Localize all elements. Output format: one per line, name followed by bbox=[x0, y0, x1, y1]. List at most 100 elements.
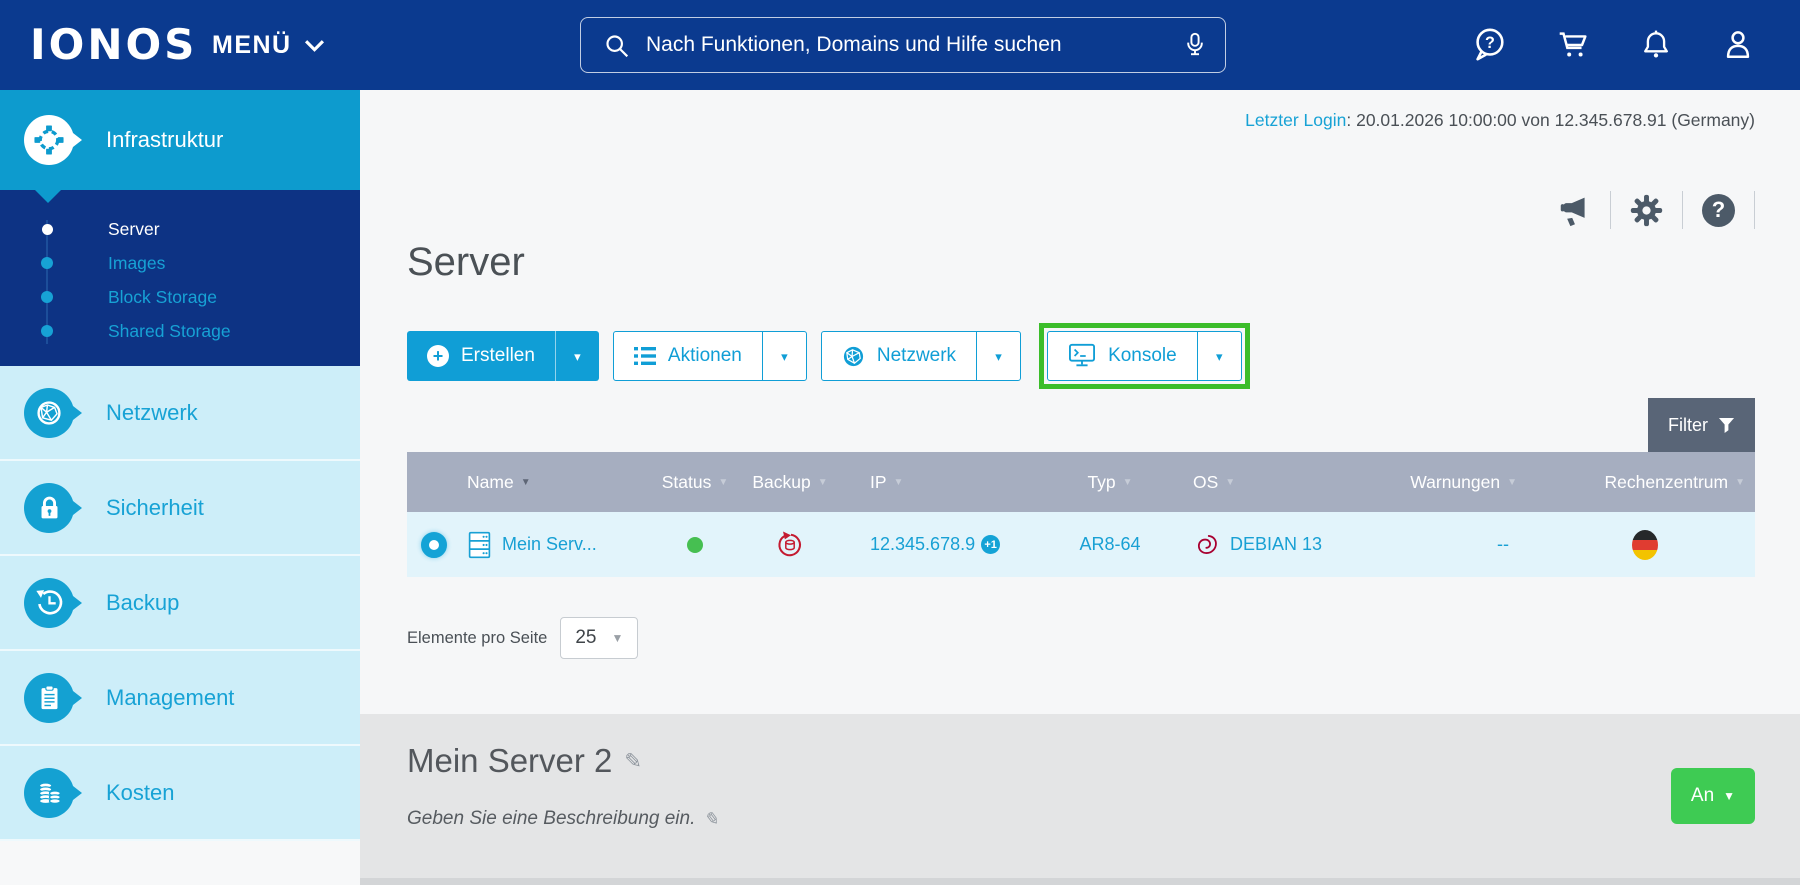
bullet-icon bbox=[41, 257, 53, 269]
submenu-item-server[interactable]: Server bbox=[0, 212, 360, 246]
caret-down-icon: ▼ bbox=[1723, 789, 1736, 803]
table-header-row: Name ▼ Status ▼ Backup ▼ IP ▼ Typ ▼ OS ▼ Warnu… bbox=[407, 452, 1755, 512]
globe-icon bbox=[843, 346, 863, 366]
top-icon-bar: ? bbox=[1470, 0, 1756, 90]
column-header-backup[interactable]: Backup ▼ bbox=[745, 472, 835, 493]
row-typ-cell: AR8-64 bbox=[1045, 534, 1175, 555]
create-button[interactable]: Erstellen bbox=[407, 331, 555, 381]
column-label: Status bbox=[661, 471, 712, 492]
ip-address-link[interactable]: 12.345.678.9 bbox=[870, 534, 975, 555]
caret-down-icon: ▾ bbox=[781, 348, 788, 364]
sort-caret-icon: ▼ bbox=[1735, 476, 1745, 488]
cloud-panel: IONOS MENÜ Nach Funktionen, Domains und … bbox=[0, 0, 1800, 885]
sidebar-item-label: Netzwerk bbox=[106, 399, 198, 425]
svg-text:?: ? bbox=[1485, 34, 1495, 52]
server-name-link[interactable]: Mein Serv... bbox=[502, 534, 597, 555]
submenu-item-shared-storage[interactable]: Shared Storage bbox=[0, 314, 360, 348]
actions-button[interactable]: Aktionen bbox=[614, 332, 762, 380]
column-label: Rechenzentrum bbox=[1604, 471, 1729, 492]
filter-button[interactable]: Filter bbox=[1648, 398, 1755, 452]
sidebar-item-infrastruktur[interactable]: Infrastruktur bbox=[0, 90, 360, 190]
console-dropdown-button[interactable]: ▾ bbox=[1196, 332, 1241, 380]
plus-circle-icon bbox=[427, 345, 449, 367]
divider bbox=[1754, 191, 1755, 229]
caret-down-icon: ▾ bbox=[574, 348, 581, 364]
column-header-status[interactable]: Status ▼ bbox=[645, 472, 745, 493]
console-icon bbox=[1069, 343, 1096, 367]
column-label: IP bbox=[870, 471, 887, 492]
column-header-name[interactable]: Name ▼ bbox=[455, 472, 645, 493]
help-circle-icon: ? bbox=[1702, 193, 1735, 227]
row-radio-selected[interactable] bbox=[421, 531, 447, 558]
sidebar-item-label: Sicherheit bbox=[106, 494, 204, 520]
actions-button-group: Aktionen ▾ bbox=[612, 331, 807, 381]
submenu-item-images[interactable]: Images bbox=[0, 246, 360, 280]
per-page-value: 25 bbox=[575, 627, 597, 648]
search-input[interactable]: Nach Funktionen, Domains und Hilfe suche… bbox=[580, 17, 1226, 73]
per-page-select[interactable]: 25 ▼ bbox=[560, 617, 639, 659]
edit-name-pencil-icon[interactable]: ✎ bbox=[624, 749, 642, 774]
submenu-item-label: Server bbox=[108, 218, 160, 239]
power-state-button[interactable]: An ▼ bbox=[1671, 768, 1755, 824]
column-header-os[interactable]: OS ▼ bbox=[1175, 472, 1395, 493]
column-header-warnungen[interactable]: Warnungen ▼ bbox=[1395, 472, 1535, 493]
infrastructure-icon bbox=[24, 115, 74, 165]
sidebar-item-backup[interactable]: Backup bbox=[0, 556, 360, 651]
column-header-typ[interactable]: Typ ▼ bbox=[1045, 472, 1175, 493]
server-table: Name ▼ Status ▼ Backup ▼ IP ▼ Typ ▼ OS ▼ Warnu… bbox=[407, 452, 1755, 577]
create-button-group: Erstellen ▾ bbox=[407, 331, 599, 381]
sidebar-item-sicherheit[interactable]: Sicherheit bbox=[0, 461, 360, 556]
actions-dropdown-button[interactable]: ▾ bbox=[761, 332, 806, 380]
help-button[interactable]: ? bbox=[1683, 193, 1754, 227]
sidebar-item-kosten[interactable]: Kosten bbox=[0, 746, 360, 841]
menu-button[interactable]: MENÜ bbox=[212, 0, 325, 90]
edit-description-pencil-icon[interactable]: ✎ bbox=[703, 809, 718, 830]
network-dropdown-button[interactable]: ▾ bbox=[976, 332, 1020, 380]
caret-down-icon: ▾ bbox=[995, 348, 1002, 364]
network-icon bbox=[24, 387, 74, 438]
submenu-item-block-storage[interactable]: Block Storage bbox=[0, 280, 360, 314]
cart-button[interactable] bbox=[1554, 26, 1592, 64]
column-label: OS bbox=[1193, 471, 1219, 492]
microphone-icon[interactable] bbox=[1183, 31, 1207, 59]
row-name-cell: Mein Serv... bbox=[455, 531, 645, 559]
sidebar-item-management[interactable]: Management bbox=[0, 651, 360, 746]
create-button-label: Erstellen bbox=[461, 345, 535, 366]
sidebar-filler bbox=[0, 841, 360, 885]
network-button[interactable]: Netzwerk bbox=[822, 332, 976, 380]
settings-button[interactable] bbox=[1611, 194, 1682, 227]
column-header-ip[interactable]: IP ▼ bbox=[835, 472, 1045, 493]
row-warnings-cell: -- bbox=[1395, 534, 1535, 555]
coins-icon bbox=[24, 767, 74, 818]
column-header-rechenzentrum[interactable]: Rechenzentrum ▼ bbox=[1535, 472, 1755, 493]
caret-down-icon: ▾ bbox=[1215, 348, 1223, 364]
bullet-icon bbox=[41, 325, 53, 337]
row-select-cell bbox=[407, 531, 455, 558]
column-label: Backup bbox=[752, 471, 811, 492]
actions-button-label: Aktionen bbox=[667, 345, 742, 366]
column-label: Typ bbox=[1087, 471, 1116, 492]
sort-caret-icon: ▼ bbox=[520, 476, 531, 488]
account-button[interactable] bbox=[1720, 27, 1756, 63]
create-dropdown-button[interactable]: ▾ bbox=[554, 331, 599, 381]
bell-icon bbox=[1644, 30, 1668, 58]
console-button[interactable]: Konsole bbox=[1048, 332, 1197, 380]
table-row[interactable]: Mein Serv... 12.345.678.9 +1 AR8-64 DEBI… bbox=[407, 512, 1755, 577]
os-link[interactable]: DEBIAN 13 bbox=[1230, 534, 1322, 555]
backup-active-icon bbox=[778, 530, 801, 556]
notifications-button[interactable] bbox=[1638, 27, 1674, 63]
pagination-control: Elemente pro Seite 25 ▼ bbox=[407, 617, 639, 659]
row-datacenter-cell bbox=[1535, 529, 1755, 560]
sidebar-item-netzwerk[interactable]: Netzwerk bbox=[0, 366, 360, 461]
announcements-button[interactable] bbox=[1539, 194, 1610, 227]
last-login-link[interactable]: Letzter Login bbox=[1245, 110, 1346, 130]
server-type-value: AR8-64 bbox=[1079, 534, 1141, 554]
ip-count-badge[interactable]: +1 bbox=[981, 535, 1001, 554]
ionos-logo[interactable]: IONOS bbox=[30, 0, 197, 90]
row-status-cell bbox=[645, 536, 745, 553]
help-chat-button[interactable]: ? bbox=[1470, 26, 1508, 64]
menu-label: MENÜ bbox=[212, 30, 292, 59]
sort-caret-icon: ▼ bbox=[893, 476, 904, 488]
console-highlight-box: Konsole ▾ bbox=[1039, 323, 1250, 389]
submenu-item-label: Block Storage bbox=[108, 286, 217, 307]
